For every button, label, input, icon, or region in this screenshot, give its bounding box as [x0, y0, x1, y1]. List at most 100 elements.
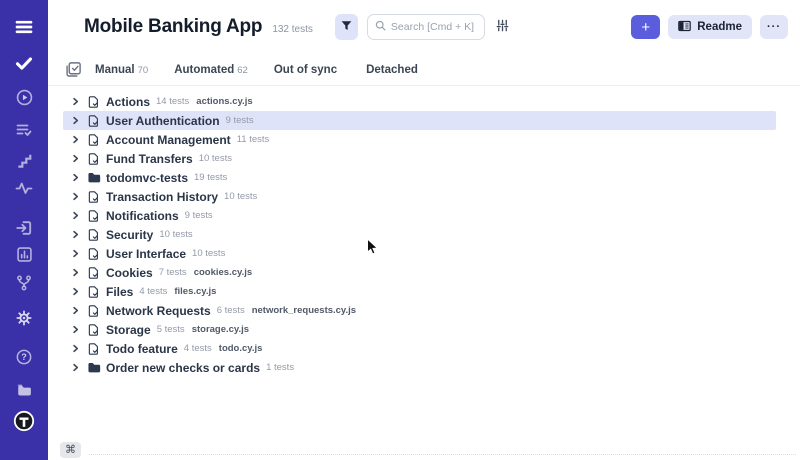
folder-icon [86, 170, 101, 185]
chevron-right-icon[interactable] [71, 325, 81, 335]
analytics-icon[interactable] [0, 243, 48, 265]
list-item[interactable]: Cookies 7 tests cookies.cy.js [63, 263, 776, 282]
chevron-right-icon[interactable] [71, 116, 81, 126]
testomat-logo[interactable] [0, 409, 48, 433]
help-icon[interactable]: ? [0, 346, 48, 368]
suite-test-count: 10 tests [159, 229, 192, 240]
keyboard-shortcut-button[interactable]: ⌘ [60, 442, 81, 458]
suite-title: Fund Transfers [106, 152, 193, 166]
suite-test-count: 9 tests [226, 115, 254, 126]
suite-title: User Interface [106, 247, 186, 261]
book-icon [678, 20, 691, 35]
more-options-button[interactable]: ··· [760, 15, 788, 39]
search-input[interactable] [391, 21, 477, 33]
chevron-right-icon[interactable] [71, 192, 81, 202]
file-check-icon [86, 189, 101, 204]
select-all-icon[interactable] [64, 61, 82, 79]
chevron-right-icon[interactable] [71, 249, 81, 259]
steps-icon[interactable] [0, 149, 48, 171]
footer-bar: ⌘ [48, 440, 800, 460]
list-item[interactable]: todomvc-tests 19 tests [63, 168, 776, 187]
list-item[interactable]: Transaction History 10 tests [63, 187, 776, 206]
tab-detached[interactable]: Detached [366, 64, 421, 76]
list-item[interactable]: Files 4 tests files.cy.js [63, 282, 776, 301]
readme-label: Readme [697, 21, 742, 33]
file-check-icon [86, 284, 101, 299]
suite-test-count: 6 tests [217, 305, 245, 316]
filter-button[interactable] [335, 14, 358, 40]
file-check-icon [86, 132, 101, 147]
suite-title: Cookies [106, 266, 153, 280]
search-icon [375, 18, 386, 36]
sliders-icon [495, 18, 510, 36]
import-icon[interactable] [0, 217, 48, 239]
readme-button[interactable]: Readme [668, 15, 752, 39]
tests-count: 132 tests [272, 24, 313, 35]
list-item[interactable]: Todo feature 4 tests todo.cy.js [63, 339, 776, 358]
chevron-right-icon[interactable] [71, 230, 81, 240]
suite-test-count: 10 tests [192, 248, 225, 259]
chevron-right-icon[interactable] [71, 135, 81, 145]
search-settings-button[interactable] [492, 16, 514, 38]
app-window: ? Mobile Banking App 132 tests [0, 0, 800, 460]
tab-manual[interactable]: Manual 70 [95, 64, 148, 76]
projects-folder-icon[interactable] [0, 379, 48, 401]
top-bar: Mobile Banking App 132 tests + [48, 0, 800, 54]
tabs-bar: Manual 70 Automated 62 Out of sync Detac… [48, 54, 800, 86]
list-item[interactable]: Storage 5 tests storage.cy.js [63, 320, 776, 339]
settings-gear-icon[interactable] [0, 307, 48, 329]
list-item[interactable]: Network Requests 6 tests network_request… [63, 301, 776, 320]
suite-title: Todo feature [106, 342, 178, 356]
play-circle-icon[interactable] [0, 86, 48, 108]
add-button[interactable]: + [631, 15, 660, 39]
suite-test-count: 9 tests [185, 210, 213, 221]
chevron-right-icon[interactable] [71, 154, 81, 164]
suite-title: Order new checks or cards [106, 361, 260, 375]
tab-automated[interactable]: Automated 62 [174, 64, 248, 76]
list-item[interactable]: Security 10 tests [63, 225, 776, 244]
suite-file-name: cookies.cy.js [194, 267, 252, 278]
chevron-right-icon[interactable] [71, 211, 81, 221]
suite-test-count: 7 tests [159, 267, 187, 278]
chevron-right-icon[interactable] [71, 344, 81, 354]
file-check-icon [86, 208, 101, 223]
list-item[interactable]: User Authentication 9 tests [63, 111, 776, 130]
list-item[interactable]: Order new checks or cards 1 tests [63, 358, 776, 377]
branches-icon[interactable] [0, 272, 48, 294]
tab-out-of-sync[interactable]: Out of sync [274, 64, 340, 76]
file-check-icon [86, 303, 101, 318]
suite-test-count: 11 tests [237, 134, 270, 145]
suite-file-name: storage.cy.js [192, 324, 249, 335]
chevron-right-icon[interactable] [71, 287, 81, 297]
suite-test-count: 4 tests [139, 286, 167, 297]
suite-test-count: 10 tests [224, 191, 257, 202]
test-plans-icon[interactable] [0, 119, 48, 141]
suite-file-name: files.cy.js [174, 286, 216, 297]
page-title: Mobile Banking App [84, 16, 262, 38]
suite-file-name: network_requests.cy.js [252, 305, 356, 316]
folder-icon [86, 360, 101, 375]
chevron-right-icon[interactable] [71, 268, 81, 278]
chevron-right-icon[interactable] [71, 97, 81, 107]
list-item[interactable]: User Interface 10 tests [63, 244, 776, 263]
list-item[interactable]: Account Management 11 tests [63, 130, 776, 149]
search-box[interactable] [367, 14, 485, 40]
suite-title: Transaction History [106, 190, 218, 204]
suite-test-count: 19 tests [194, 172, 227, 183]
chevron-right-icon[interactable] [71, 363, 81, 373]
chevron-right-icon[interactable] [71, 173, 81, 183]
list-item[interactable]: Notifications 9 tests [63, 206, 776, 225]
chevron-right-icon[interactable] [71, 306, 81, 316]
menu-icon[interactable] [0, 16, 48, 38]
activity-icon[interactable] [0, 177, 48, 199]
file-check-icon [86, 246, 101, 261]
file-check-icon [86, 265, 101, 280]
suite-file-name: todo.cy.js [219, 343, 263, 354]
suite-test-count: 10 tests [199, 153, 232, 164]
list-item[interactable]: Actions 14 tests actions.cy.js [63, 92, 776, 111]
list-item[interactable]: Fund Transfers 10 tests [63, 149, 776, 168]
suite-title: Security [106, 228, 153, 242]
check-icon[interactable] [0, 52, 48, 74]
file-check-icon [86, 151, 101, 166]
suite-test-count: 1 tests [266, 362, 294, 373]
